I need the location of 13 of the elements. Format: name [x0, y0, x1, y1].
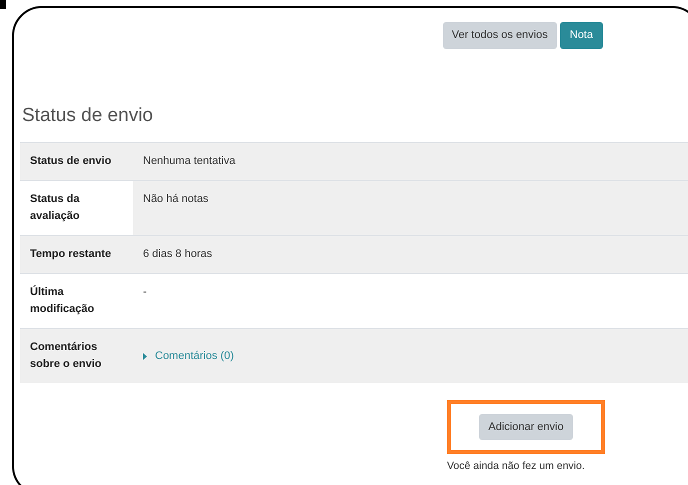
grade-button[interactable]: Nota	[560, 22, 603, 49]
row-value: Não há notas	[133, 181, 688, 235]
row-value: 6 dias 8 horas	[133, 236, 688, 273]
section-heading: Status de envio	[22, 106, 154, 125]
row-label: Comentários sobre o envio	[20, 329, 133, 383]
corner-mark	[0, 0, 6, 9]
view-submissions-button[interactable]: Ver todos os envios	[442, 22, 557, 49]
submission-note: Você ainda não fez um envio.	[447, 459, 585, 474]
row-value: Nenhuma tentativa	[133, 143, 688, 180]
caret-icon	[143, 352, 147, 360]
row-label: Tempo restante	[20, 236, 133, 273]
row-label: Status de envio	[20, 143, 133, 180]
add-submission-button[interactable]: Adicionar envio	[479, 414, 573, 440]
